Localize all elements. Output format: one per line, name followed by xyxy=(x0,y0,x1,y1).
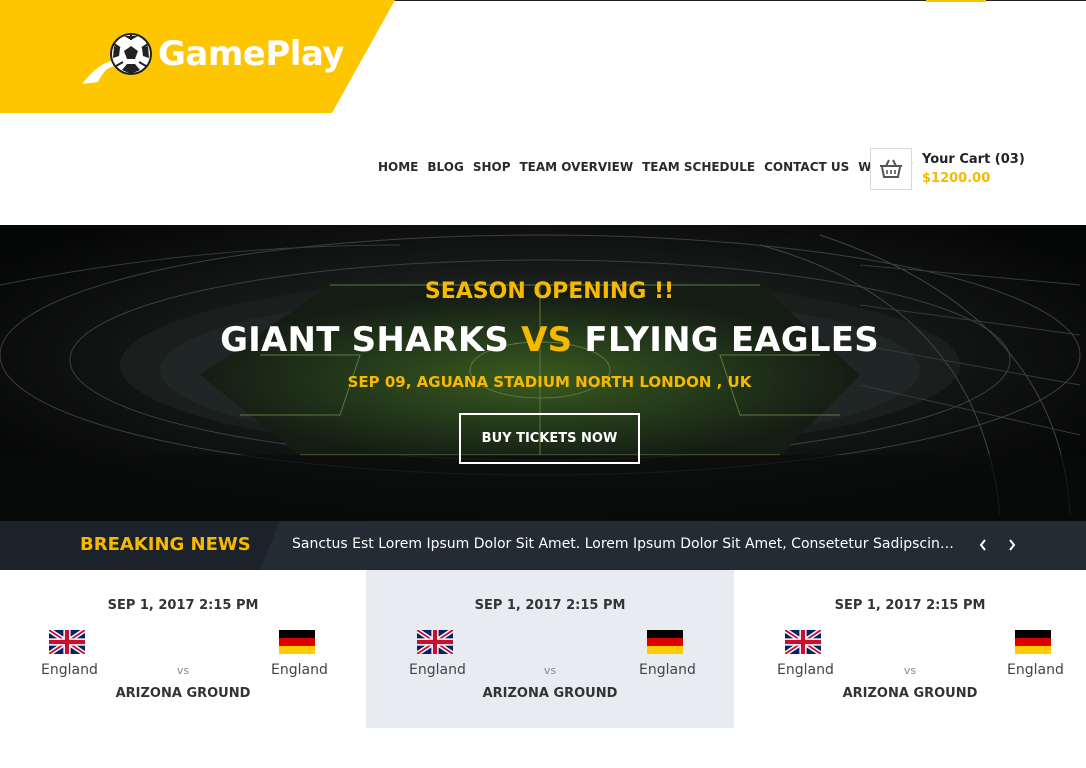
match-card[interactable]: SEP 1, 2017 2:15 PM England vs England A… xyxy=(366,570,734,728)
nav-blog[interactable]: BLOG xyxy=(427,160,463,174)
away-team-name: England xyxy=(639,662,696,678)
nav-team-overview[interactable]: TEAM OVERVIEW xyxy=(520,160,634,174)
away-team-name: England xyxy=(1007,662,1064,678)
logo-link[interactable]: GamePlay xyxy=(78,30,344,86)
germany-flag-icon xyxy=(647,630,683,654)
nav-home[interactable]: HOME xyxy=(378,160,418,174)
main-nav: HOME BLOG SHOP TEAM OVERVIEW TEAM SCHEDU… xyxy=(378,160,921,174)
hero-banner: SEASON OPENING !! GIANT SHARKS VS FLYING… xyxy=(0,225,1086,521)
top-accent-bar xyxy=(926,0,986,2)
cart-info: Your Cart (03) $1200.00 xyxy=(922,152,1025,190)
uk-flag-icon xyxy=(49,630,85,654)
hero-team-away: FLYING EAGLES xyxy=(584,320,879,360)
hero-venue: SEP 09, AGUANA STADIUM NORTH LONDON , UK xyxy=(347,373,752,391)
match-ground: ARIZONA GROUND xyxy=(482,686,618,701)
brand-name: GamePlay xyxy=(158,34,344,74)
away-team-name: England xyxy=(271,662,328,678)
chevron-left-icon[interactable] xyxy=(975,535,991,555)
germany-flag-icon xyxy=(279,630,315,654)
match-list: SEP 1, 2017 2:15 PM England vs England A… xyxy=(0,570,1086,728)
match-card[interactable]: SEP 1, 2017 2:15 PM England vs England A… xyxy=(734,570,1086,728)
breaking-news-bar: BREAKING NEWS Sanctus Est Lorem Ipsum Do… xyxy=(0,521,1086,570)
uk-flag-icon xyxy=(417,630,453,654)
nav-shop[interactable]: SHOP xyxy=(473,160,511,174)
match-date: SEP 1, 2017 2:15 PM xyxy=(474,598,626,613)
logo-block: GamePlay xyxy=(0,0,400,113)
hero-kicker: SEASON OPENING !! xyxy=(424,279,675,304)
cart-title: Your Cart (03) xyxy=(922,152,1025,167)
nav-contact-us[interactable]: CONTACT US xyxy=(764,160,849,174)
match-ground: ARIZONA GROUND xyxy=(842,686,978,701)
uk-flag-icon xyxy=(785,630,821,654)
match-date: SEP 1, 2017 2:15 PM xyxy=(834,598,986,613)
soccer-ball-icon xyxy=(78,30,156,86)
buy-tickets-button[interactable]: BUY TICKETS NOW xyxy=(459,413,640,464)
cart-button[interactable] xyxy=(870,148,912,190)
chevron-right-icon[interactable] xyxy=(1004,535,1020,555)
germany-flag-icon xyxy=(1015,630,1051,654)
cart-widget[interactable]: Your Cart (03) $1200.00 xyxy=(870,148,1025,190)
hero-team-home: GIANT SHARKS xyxy=(220,320,510,360)
match-ground: ARIZONA GROUND xyxy=(115,686,251,701)
cart-total: $1200.00 xyxy=(922,171,991,186)
basket-icon xyxy=(880,159,902,178)
nav-team-schedule[interactable]: TEAM SCHEDULE xyxy=(642,160,755,174)
hero-vs: VS xyxy=(521,320,573,360)
breaking-news-text[interactable]: Sanctus Est Lorem Ipsum Dolor Sit Amet. … xyxy=(292,536,962,552)
hero-headline: GIANT SHARKS VS FLYING EAGLES xyxy=(0,320,1086,360)
match-date: SEP 1, 2017 2:15 PM xyxy=(107,598,259,613)
match-card[interactable]: SEP 1, 2017 2:15 PM England vs England A… xyxy=(0,570,366,728)
breaking-news-label: BREAKING NEWS xyxy=(80,534,251,555)
